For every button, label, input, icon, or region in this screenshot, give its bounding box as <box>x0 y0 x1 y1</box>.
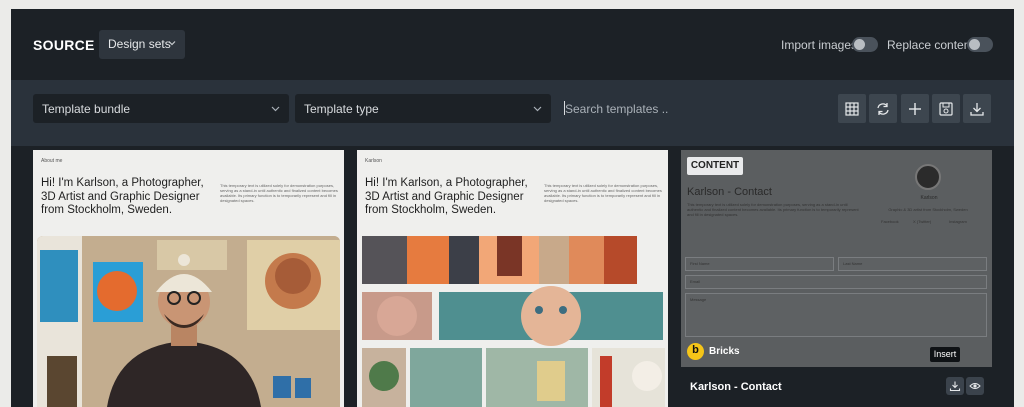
insert-tooltip: Insert <box>930 347 960 362</box>
card-headline: Hi! I'm Karlson, a Photographer, 3D Arti… <box>365 177 528 216</box>
field-label: Last Name <box>843 261 863 266</box>
search-input[interactable] <box>563 94 833 123</box>
download-icon <box>949 381 961 392</box>
template-bundle-dropdown[interactable]: Template bundle <box>33 94 289 123</box>
eye-icon <box>969 383 981 389</box>
bricks-logo-icon: b <box>687 343 704 360</box>
template-type-dropdown[interactable]: Template type <box>295 94 551 123</box>
avatar <box>915 164 941 190</box>
toggle-knob <box>854 39 865 50</box>
field-label: Message <box>690 297 707 302</box>
card-blurb: This temporary text is utilized solely f… <box>544 183 662 203</box>
template-library-modal: SOURCE Design sets Import images Replace… <box>11 9 1014 407</box>
design-sets-label: Design sets <box>108 37 171 51</box>
download-button[interactable] <box>963 94 991 123</box>
grid-icon <box>845 102 859 116</box>
download-icon <box>970 103 984 116</box>
card-footer: Karlson - Contact <box>681 367 992 407</box>
replace-content-toggle[interactable] <box>967 37 993 52</box>
social-instagram: Instagram <box>949 219 967 224</box>
refresh-icon <box>877 103 889 115</box>
plus-icon <box>909 103 921 115</box>
save-button[interactable] <box>932 94 960 123</box>
portrait-illustration <box>37 236 340 407</box>
template-type-label: Template type <box>304 102 379 116</box>
card-headline: Hi! I'm Karlson, a Photographer, 3D Arti… <box>41 177 204 216</box>
last-name-field: Last Name <box>838 257 987 271</box>
design-sets-select[interactable]: Design sets <box>99 30 185 59</box>
template-card-active[interactable]: CONTENT Karlson - Contact This temporary… <box>681 150 992 407</box>
portrait-photo <box>37 236 340 407</box>
avatar-name: Karlson <box>920 195 938 201</box>
card-kicker: Karlson <box>365 158 382 164</box>
social-facebook: Facebook <box>881 219 899 224</box>
social-twitter: X (Twitter) <box>913 219 932 224</box>
field-label: Email <box>690 279 701 284</box>
template-card[interactable]: Karlson Hi! I'm Karlson, a Photographer,… <box>357 150 668 407</box>
card-blurb: This temporary text is utilized solely f… <box>220 183 338 203</box>
template-card[interactable]: About me Hi! I'm Karlson, a Photographer… <box>33 150 344 407</box>
text-cursor <box>564 101 565 115</box>
chevron-down-icon <box>271 106 280 112</box>
import-images-toggle[interactable] <box>852 37 878 52</box>
chevron-down-icon <box>533 106 542 112</box>
refresh-button[interactable] <box>869 94 897 123</box>
toggle-knob <box>969 39 980 50</box>
source-title: SOURCE <box>33 37 95 53</box>
provider-label: Bricks <box>709 346 740 357</box>
content-badge: CONTENT <box>687 157 743 175</box>
preview-blurb: This temporary text is utilized solely f… <box>687 202 859 217</box>
field-label: First Name <box>690 261 710 266</box>
chevron-down-icon <box>168 41 176 46</box>
replace-content-label: Replace content <box>887 38 974 52</box>
preview-button[interactable] <box>966 377 984 395</box>
photo-grid-illustration <box>362 236 665 407</box>
message-field: Message <box>685 293 987 337</box>
insert-button[interactable] <box>946 377 964 395</box>
template-bundle-label: Template bundle <box>42 102 131 116</box>
grid-view-button[interactable] <box>838 94 866 123</box>
filter-bar: Template bundle Template type <box>11 80 1014 146</box>
first-name-field: First Name <box>685 257 834 271</box>
save-icon <box>939 102 953 116</box>
card-kicker: About me <box>41 158 63 164</box>
preview-title: Karlson - Contact <box>687 186 772 198</box>
add-button[interactable] <box>901 94 929 123</box>
email-field: Email <box>685 275 987 289</box>
template-name: Karlson - Contact <box>690 381 782 393</box>
top-bar: SOURCE Design sets Import images Replace… <box>11 9 1014 80</box>
avatar-role: Graphic & 3D artist from Stockholm, Swed… <box>888 207 968 212</box>
import-images-label: Import images <box>781 38 858 52</box>
photo-grid <box>362 236 665 407</box>
